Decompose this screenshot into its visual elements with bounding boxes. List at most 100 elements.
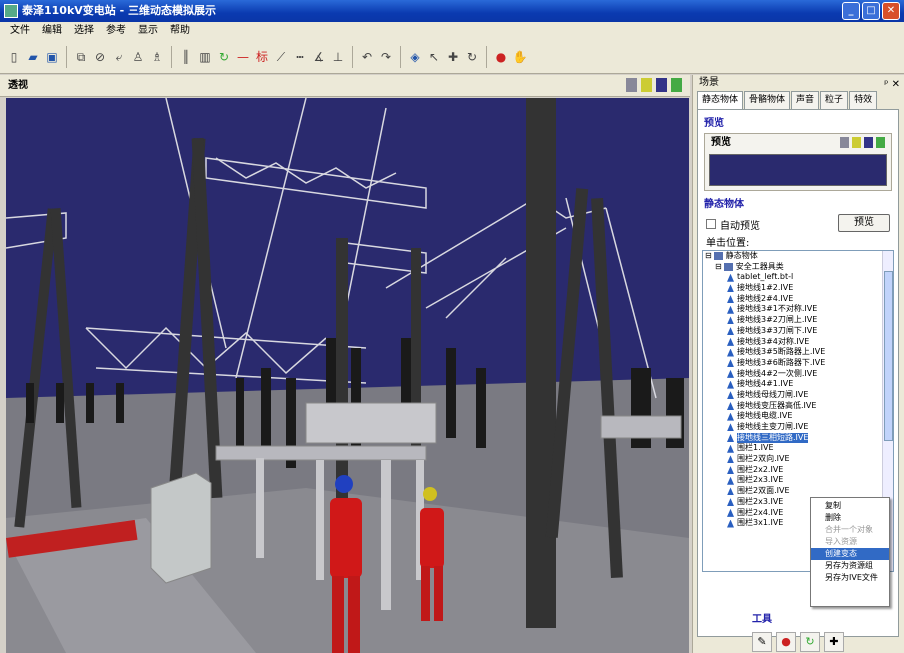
shaded-icon[interactable] <box>641 78 652 92</box>
undo-icon[interactable]: ↶ <box>359 47 375 67</box>
menu-select[interactable]: 选择 <box>68 22 100 40</box>
ruler-icon[interactable]: ⊥ <box>330 47 346 67</box>
tree-item[interactable]: 接地线三相短路.IVE <box>703 432 893 444</box>
tab-skeleton-objects[interactable]: 骨骼物体 <box>744 91 791 109</box>
menu-item-save-ive[interactable]: 另存为IVE文件 <box>811 572 889 584</box>
3d-viewport[interactable] <box>6 98 689 653</box>
object-icon <box>727 284 734 293</box>
wireframe-icon[interactable] <box>626 78 637 92</box>
tab-static-objects[interactable]: 静态物体 <box>697 91 744 109</box>
menu-file[interactable]: 文件 <box>4 22 36 40</box>
bars-icon[interactable]: ║ <box>178 47 194 67</box>
tool-move-icon[interactable]: ✚ <box>824 632 844 652</box>
static-section-title: 静态物体 <box>704 199 744 210</box>
toolbar-separator <box>486 45 487 68</box>
tree-item[interactable]: 接地线3#1不对称.IVE <box>703 304 893 315</box>
position-label: 单击位置: <box>706 237 750 249</box>
angle-icon[interactable]: ∡ <box>311 47 327 67</box>
object-icon <box>727 380 734 389</box>
menu-display[interactable]: 显示 <box>132 22 164 40</box>
tool-record-icon[interactable]: ● <box>776 632 796 652</box>
menu-item-import[interactable]: 导入资源 <box>811 536 889 548</box>
delete-icon[interactable]: ⊘ <box>92 47 108 67</box>
menu-item-merge[interactable]: 合并一个对象 <box>811 524 889 536</box>
tool-refresh-icon[interactable]: ↻ <box>800 632 820 652</box>
tree-item[interactable]: 围栏2x2.IVE <box>703 465 893 476</box>
tree-item[interactable]: 接地线3#2刀闸上.IVE <box>703 315 893 326</box>
maximize-button[interactable]: □ <box>862 2 880 20</box>
tab-effects[interactable]: 特效 <box>849 91 878 109</box>
tree-item[interactable]: 围栏2双面.IVE <box>703 486 893 497</box>
tree-item[interactable]: 围栏2双向.IVE <box>703 454 893 465</box>
close-button[interactable]: ✕ <box>882 2 900 20</box>
tree-item[interactable]: 接地线2#4.IVE <box>703 294 893 305</box>
tree-item[interactable]: 接地线变压器高低.IVE <box>703 401 893 412</box>
refresh-icon[interactable]: ↻ <box>216 47 232 67</box>
auto-preview-checkbox[interactable] <box>706 219 716 229</box>
tree-root[interactable]: ⊟ 静态物体 <box>703 251 893 262</box>
tree-item[interactable]: 接地线主变刀闸.IVE <box>703 422 893 433</box>
solid-icon[interactable] <box>656 78 667 92</box>
tree-item[interactable]: 围栏2x3.IVE <box>703 475 893 486</box>
save-icon[interactable]: ▣ <box>44 47 60 67</box>
hand-icon[interactable]: ✋ <box>512 47 528 67</box>
tree-item[interactable]: 接地线电缆.IVE <box>703 411 893 422</box>
object-icon <box>727 508 734 517</box>
pointer-icon[interactable]: ↖ <box>426 47 442 67</box>
measure-icon[interactable]: ⟋ <box>273 47 289 67</box>
texture-icon[interactable] <box>671 78 682 92</box>
tool-edit-icon[interactable]: ✎ <box>752 632 772 652</box>
menu-item-delete[interactable]: 删除 <box>811 512 889 524</box>
tree-item[interactable]: 接地线1#2.IVE <box>703 283 893 294</box>
minimize-button[interactable]: _ <box>842 2 860 20</box>
context-menu: 复制 删除 合并一个对象 导入资源 创建变态 另存为资源组 另存为IVE文件 <box>810 497 890 607</box>
tree-item[interactable]: 接地线3#5断路器上.IVE <box>703 347 893 358</box>
title-bar: 泰泽110kV变电站 - 三维动态模拟展示 _ □ ✕ <box>0 0 904 22</box>
place-icon[interactable]: ♙ <box>130 47 146 67</box>
auto-preview-label: 自动预览 <box>720 220 760 232</box>
mark-icon[interactable]: 标 <box>254 47 270 67</box>
redo-icon[interactable]: ↷ <box>378 47 394 67</box>
new-file-icon[interactable]: ▯ <box>6 47 22 67</box>
tools-buttons: ✎ ● ↻ ✚ <box>752 632 844 652</box>
paint-icon[interactable]: ● <box>493 47 509 67</box>
texture-icon[interactable] <box>876 137 885 148</box>
menu-item-create[interactable]: 创建变态 <box>811 548 889 560</box>
tree-item[interactable]: tablet_left.bt-l <box>703 272 893 283</box>
wireframe-icon[interactable] <box>840 137 849 148</box>
solid-icon[interactable] <box>864 137 873 148</box>
tree-item[interactable]: 接地线4#2一次侧.IVE <box>703 369 893 380</box>
line-icon[interactable]: — <box>235 47 251 67</box>
tree-item[interactable]: 接地线3#6断路器下.IVE <box>703 358 893 369</box>
object-icon <box>727 273 734 282</box>
tree-item[interactable]: 接地线3#4对称.IVE <box>703 337 893 348</box>
tree-item[interactable]: 接地线母线刀闸.IVE <box>703 390 893 401</box>
shaded-icon[interactable] <box>852 137 861 148</box>
object-icon <box>727 455 734 464</box>
preview-button[interactable]: 预览 <box>838 214 890 232</box>
menu-edit[interactable]: 编辑 <box>36 22 68 40</box>
tab-sound[interactable]: 声音 <box>791 91 820 109</box>
preview-label: 预览 <box>711 137 731 148</box>
object-icon <box>727 444 734 453</box>
toolbar-separator <box>400 45 401 68</box>
grid-icon[interactable]: ▥ <box>197 47 213 67</box>
tree-folder[interactable]: ⊟ 安全工器具类 <box>703 262 893 273</box>
import-icon[interactable]: ⤶ <box>111 47 127 67</box>
menu-item-copy[interactable]: 复制 <box>811 500 889 512</box>
view-cube-icon[interactable]: ◈ <box>407 47 423 67</box>
open-icon[interactable]: ▰ <box>25 47 41 67</box>
tree-item[interactable]: 接地线4#1.IVE <box>703 379 893 390</box>
copy-icon[interactable]: ⧉ <box>73 47 89 67</box>
move-icon[interactable]: ✚ <box>445 47 461 67</box>
menu-reference[interactable]: 参考 <box>100 22 132 40</box>
tree-item[interactable]: 接地线3#3刀闸下.IVE <box>703 326 893 337</box>
pin-icon[interactable]: ᵖ ✕ <box>884 77 900 93</box>
tab-particles[interactable]: 粒子 <box>820 91 849 109</box>
dotted-line-icon[interactable]: ┅ <box>292 47 308 67</box>
tree-item[interactable]: 围栏1.IVE <box>703 443 893 454</box>
height-icon[interactable]: ♗ <box>149 47 165 67</box>
menu-help[interactable]: 帮助 <box>164 22 196 40</box>
rotate-icon[interactable]: ↻ <box>464 47 480 67</box>
menu-item-save-group[interactable]: 另存为资源组 <box>811 560 889 572</box>
